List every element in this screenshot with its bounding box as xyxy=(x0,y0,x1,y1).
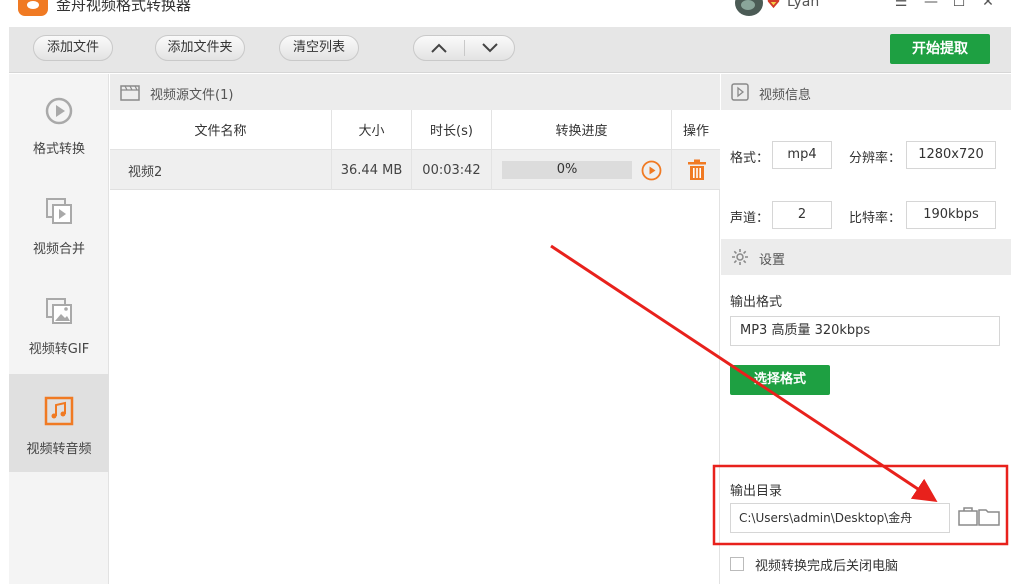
clear-list-button[interactable]: 清空列表 xyxy=(279,35,359,61)
output-format-label: 输出格式 xyxy=(730,295,783,310)
vip-heart-icon xyxy=(767,0,780,9)
avatar[interactable] xyxy=(735,0,763,16)
output-dir-label: 输出目录 xyxy=(730,484,783,499)
output-dir-field[interactable]: C:\Users\admin\Desktop\金舟 xyxy=(730,503,950,533)
reorder-buttons xyxy=(413,35,515,61)
start-extract-button[interactable]: 开始提取 xyxy=(890,34,990,64)
choose-format-button[interactable]: 选择格式 xyxy=(730,365,830,395)
close-icon[interactable]: ✕ xyxy=(977,0,999,10)
video-to-audio-icon xyxy=(44,396,74,426)
add-file-button[interactable]: 添加文件 xyxy=(33,35,113,61)
file-list-header: 视频源文件(1) xyxy=(110,74,720,110)
video-merge-icon xyxy=(46,198,72,224)
user-name[interactable]: Lyan xyxy=(787,0,819,10)
table-row[interactable]: 视频2 36.44 MB 00:03:42 0% xyxy=(110,150,720,190)
column-header-actions: 操作 xyxy=(672,110,720,150)
chevron-up-icon xyxy=(431,43,447,53)
sidebar-item-video-to-audio[interactable]: 视频转音频 xyxy=(9,374,109,472)
video-info-icon xyxy=(731,83,749,101)
sidebar-item-video-merge[interactable]: 视频合并 xyxy=(9,174,109,272)
title-bar: 金舟视频格式转换器 Lyan ☰ — ☐ ✕ xyxy=(0,0,1020,20)
format-value: mp4 xyxy=(772,141,832,169)
column-header-name[interactable]: 文件名称 xyxy=(110,110,332,150)
move-up-button[interactable] xyxy=(414,36,464,60)
file-list-title: 视频源文件(1) xyxy=(150,88,234,103)
bitrate-label: 比特率： xyxy=(849,211,902,226)
column-header-duration[interactable]: 时长(s) xyxy=(412,110,492,150)
play-icon[interactable] xyxy=(641,160,662,181)
format-label: 格式： xyxy=(730,151,770,166)
file-size-cell: 36.44 MB xyxy=(332,150,412,190)
delete-icon[interactable] xyxy=(687,159,707,181)
maximize-icon[interactable]: ☐ xyxy=(948,0,970,10)
film-icon xyxy=(120,85,140,101)
app-window: 金舟视频格式转换器 Lyan ☰ — ☐ ✕ 添加文件 添加文件夹 清空列表 开… xyxy=(0,0,1020,584)
sidebar-item-format-convert[interactable]: 格式转换 xyxy=(9,74,109,172)
move-down-button[interactable] xyxy=(465,36,515,60)
right-panel: 视频信息 格式： mp4 分辨率： 1280x720 声道： 2 比特率： 19… xyxy=(721,74,1011,584)
column-header-progress[interactable]: 转换进度 xyxy=(492,110,672,150)
sidebar-item-label: 视频转GIF xyxy=(28,342,90,357)
shutdown-checkbox[interactable] xyxy=(730,557,744,571)
file-list-panel: 视频源文件(1) 文件名称 大小 时长(s) 转换进度 操作 视频2 36.44… xyxy=(110,74,720,584)
video-info-title: 视频信息 xyxy=(759,88,812,103)
sidebar-item-label: 格式转换 xyxy=(32,142,85,157)
column-header-size[interactable]: 大小 xyxy=(332,110,412,150)
file-duration-cell: 00:03:42 xyxy=(412,150,492,190)
channels-value: 2 xyxy=(772,201,832,229)
resolution-value: 1280x720 xyxy=(906,141,996,169)
channels-label: 声道： xyxy=(730,211,770,226)
settings-title: 设置 xyxy=(759,253,786,268)
sidebar: 格式转换 视频合并 视频转GIF 视频转音频 xyxy=(9,74,109,584)
gear-icon xyxy=(732,249,748,265)
output-format-field[interactable]: MP3 高质量 320kbps xyxy=(730,316,1000,346)
app-logo-icon xyxy=(18,0,48,16)
bitrate-value: 190kbps xyxy=(906,201,996,229)
app-title: 金舟视频格式转换器 xyxy=(56,0,192,14)
sidebar-item-label: 视频合并 xyxy=(32,242,85,257)
chevron-down-icon xyxy=(482,43,498,53)
add-folder-button[interactable]: 添加文件夹 xyxy=(155,35,245,61)
video-info-header: 视频信息 xyxy=(721,74,1011,110)
file-name-cell: 视频2 xyxy=(110,150,332,190)
shutdown-label: 视频转换完成后关闭电脑 xyxy=(755,559,899,574)
sidebar-item-label: 视频转音频 xyxy=(26,442,92,457)
progress-bar: 0% xyxy=(502,161,632,179)
menu-icon[interactable]: ☰ xyxy=(890,0,912,10)
sidebar-item-video-to-gif[interactable]: 视频转GIF xyxy=(9,274,109,372)
folder-icon[interactable] xyxy=(977,506,1001,528)
minimize-icon[interactable]: — xyxy=(920,0,942,10)
format-convert-icon xyxy=(45,97,73,125)
toolbar: 添加文件 添加文件夹 清空列表 开始提取 xyxy=(9,27,1011,73)
video-to-gif-icon xyxy=(46,298,72,324)
settings-header: 设置 xyxy=(721,239,1011,275)
resolution-label: 分辨率： xyxy=(849,151,902,166)
progress-text: 0% xyxy=(556,162,578,177)
